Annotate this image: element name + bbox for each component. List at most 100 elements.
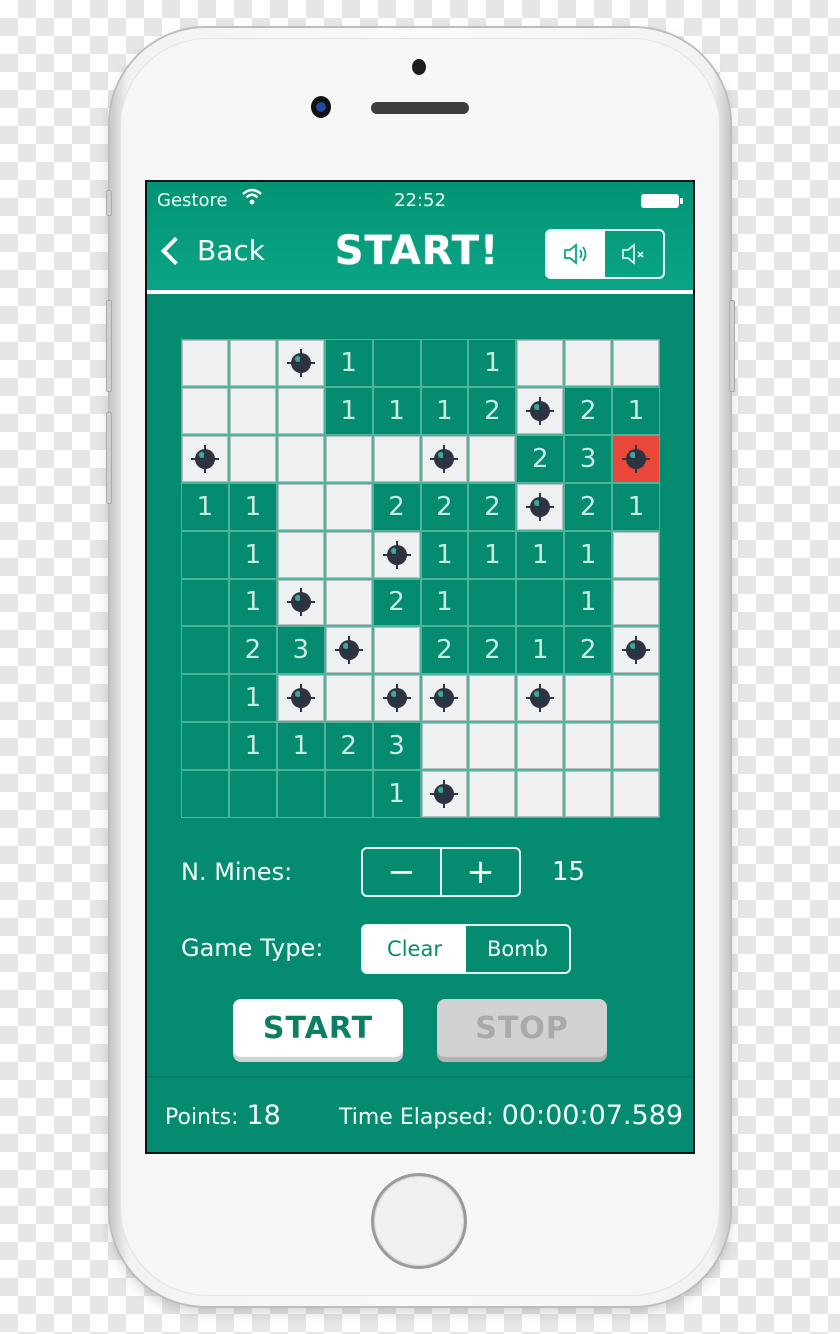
cell-number[interactable]: 1 xyxy=(325,387,372,434)
cell-empty[interactable] xyxy=(182,771,228,817)
stop-button[interactable]: STOP xyxy=(437,999,607,1057)
cell-unrevealed[interactable] xyxy=(469,723,516,770)
cell-mine[interactable] xyxy=(277,579,324,626)
cell-unrevealed[interactable] xyxy=(229,387,276,434)
game-type-bomb[interactable]: Bomb xyxy=(466,926,569,972)
cell-unrevealed[interactable] xyxy=(277,531,324,578)
cell-number[interactable]: 1 xyxy=(613,483,659,530)
cell-number[interactable]: 1 xyxy=(421,579,468,626)
cell-empty[interactable] xyxy=(277,771,324,817)
cell-empty[interactable] xyxy=(373,340,420,386)
cell-number[interactable]: 1 xyxy=(517,531,564,578)
cell-number[interactable]: 2 xyxy=(421,627,468,674)
game-type-segmented-control[interactable]: Clear Bomb xyxy=(361,924,571,974)
cell-unrevealed[interactable] xyxy=(325,579,372,626)
cell-number[interactable]: 2 xyxy=(325,723,372,770)
cell-unrevealed[interactable] xyxy=(325,675,372,722)
cell-mine[interactable] xyxy=(421,435,468,482)
cell-empty[interactable] xyxy=(182,675,228,722)
cell-unrevealed[interactable] xyxy=(277,387,324,434)
cell-unrevealed[interactable] xyxy=(373,435,420,482)
cell-number[interactable]: 1 xyxy=(229,675,276,722)
mines-stepper[interactable]: − + xyxy=(361,847,521,897)
cell-mine[interactable] xyxy=(421,771,468,817)
cell-unrevealed[interactable] xyxy=(613,340,659,386)
cell-unrevealed[interactable] xyxy=(613,531,659,578)
cell-number[interactable]: 1 xyxy=(469,531,516,578)
cell-number[interactable]: 1 xyxy=(229,483,276,530)
cell-mine[interactable] xyxy=(277,675,324,722)
home-button[interactable] xyxy=(371,1173,467,1269)
cell-unrevealed[interactable] xyxy=(517,771,564,817)
start-button[interactable]: START xyxy=(233,999,403,1057)
cell-number[interactable]: 2 xyxy=(565,483,612,530)
cell-mine[interactable] xyxy=(421,675,468,722)
cell-unrevealed[interactable] xyxy=(229,435,276,482)
increment-button[interactable]: + xyxy=(440,849,519,895)
cell-number[interactable]: 2 xyxy=(229,627,276,674)
cell-number[interactable]: 1 xyxy=(229,723,276,770)
cell-unrevealed[interactable] xyxy=(277,483,324,530)
cell-empty[interactable] xyxy=(182,627,228,674)
cell-number[interactable]: 2 xyxy=(565,387,612,434)
cell-unrevealed[interactable] xyxy=(469,771,516,817)
cell-unrevealed[interactable] xyxy=(229,340,276,386)
cell-number[interactable]: 1 xyxy=(565,579,612,626)
cell-number[interactable]: 1 xyxy=(373,387,420,434)
cell-number[interactable]: 2 xyxy=(517,435,564,482)
cell-unrevealed[interactable] xyxy=(565,771,612,817)
cell-number[interactable]: 3 xyxy=(277,627,324,674)
cell-mine[interactable] xyxy=(613,627,659,674)
cell-number[interactable]: 1 xyxy=(421,531,468,578)
cell-unrevealed[interactable] xyxy=(565,675,612,722)
cell-mine[interactable] xyxy=(517,387,564,434)
cell-number[interactable]: 1 xyxy=(373,771,420,817)
cell-unrevealed[interactable] xyxy=(613,723,659,770)
cell-number[interactable]: 1 xyxy=(517,627,564,674)
cell-empty[interactable] xyxy=(229,771,276,817)
cell-unrevealed[interactable] xyxy=(613,675,659,722)
cell-number[interactable]: 1 xyxy=(325,340,372,386)
cell-mine[interactable] xyxy=(182,435,228,482)
cell-number[interactable]: 1 xyxy=(421,387,468,434)
cell-number[interactable]: 2 xyxy=(373,579,420,626)
cell-exploded-mine[interactable] xyxy=(613,435,659,482)
cell-number[interactable]: 2 xyxy=(421,483,468,530)
cell-empty[interactable] xyxy=(421,340,468,386)
cell-unrevealed[interactable] xyxy=(565,723,612,770)
cell-unrevealed[interactable] xyxy=(182,387,228,434)
cell-number[interactable]: 2 xyxy=(469,387,516,434)
cell-number[interactable]: 1 xyxy=(613,387,659,434)
cell-mine[interactable] xyxy=(373,531,420,578)
cell-mine[interactable] xyxy=(325,627,372,674)
cell-unrevealed[interactable] xyxy=(517,340,564,386)
cell-empty[interactable] xyxy=(325,771,372,817)
cell-unrevealed[interactable] xyxy=(517,723,564,770)
cell-mine[interactable] xyxy=(517,675,564,722)
cell-unrevealed[interactable] xyxy=(469,435,516,482)
cell-number[interactable]: 2 xyxy=(373,483,420,530)
cell-unrevealed[interactable] xyxy=(565,340,612,386)
cell-unrevealed[interactable] xyxy=(613,771,659,817)
cell-empty[interactable] xyxy=(182,579,228,626)
cell-unrevealed[interactable] xyxy=(182,340,228,386)
cell-empty[interactable] xyxy=(469,579,516,626)
cell-mine[interactable] xyxy=(277,340,324,386)
cell-empty[interactable] xyxy=(182,531,228,578)
cell-number[interactable]: 3 xyxy=(373,723,420,770)
sound-on-button[interactable] xyxy=(547,231,605,277)
cell-unrevealed[interactable] xyxy=(469,675,516,722)
cell-number[interactable]: 2 xyxy=(565,627,612,674)
cell-empty[interactable] xyxy=(182,723,228,770)
cell-unrevealed[interactable] xyxy=(373,627,420,674)
cell-number[interactable]: 1 xyxy=(182,483,228,530)
cell-number[interactable]: 2 xyxy=(469,627,516,674)
cell-number[interactable]: 1 xyxy=(469,340,516,386)
cell-number[interactable]: 1 xyxy=(277,723,324,770)
cell-unrevealed[interactable] xyxy=(421,723,468,770)
cell-empty[interactable] xyxy=(517,579,564,626)
sound-toggle[interactable] xyxy=(545,229,665,279)
cell-mine[interactable] xyxy=(373,675,420,722)
sound-off-button[interactable] xyxy=(605,231,663,277)
cell-number[interactable]: 3 xyxy=(565,435,612,482)
